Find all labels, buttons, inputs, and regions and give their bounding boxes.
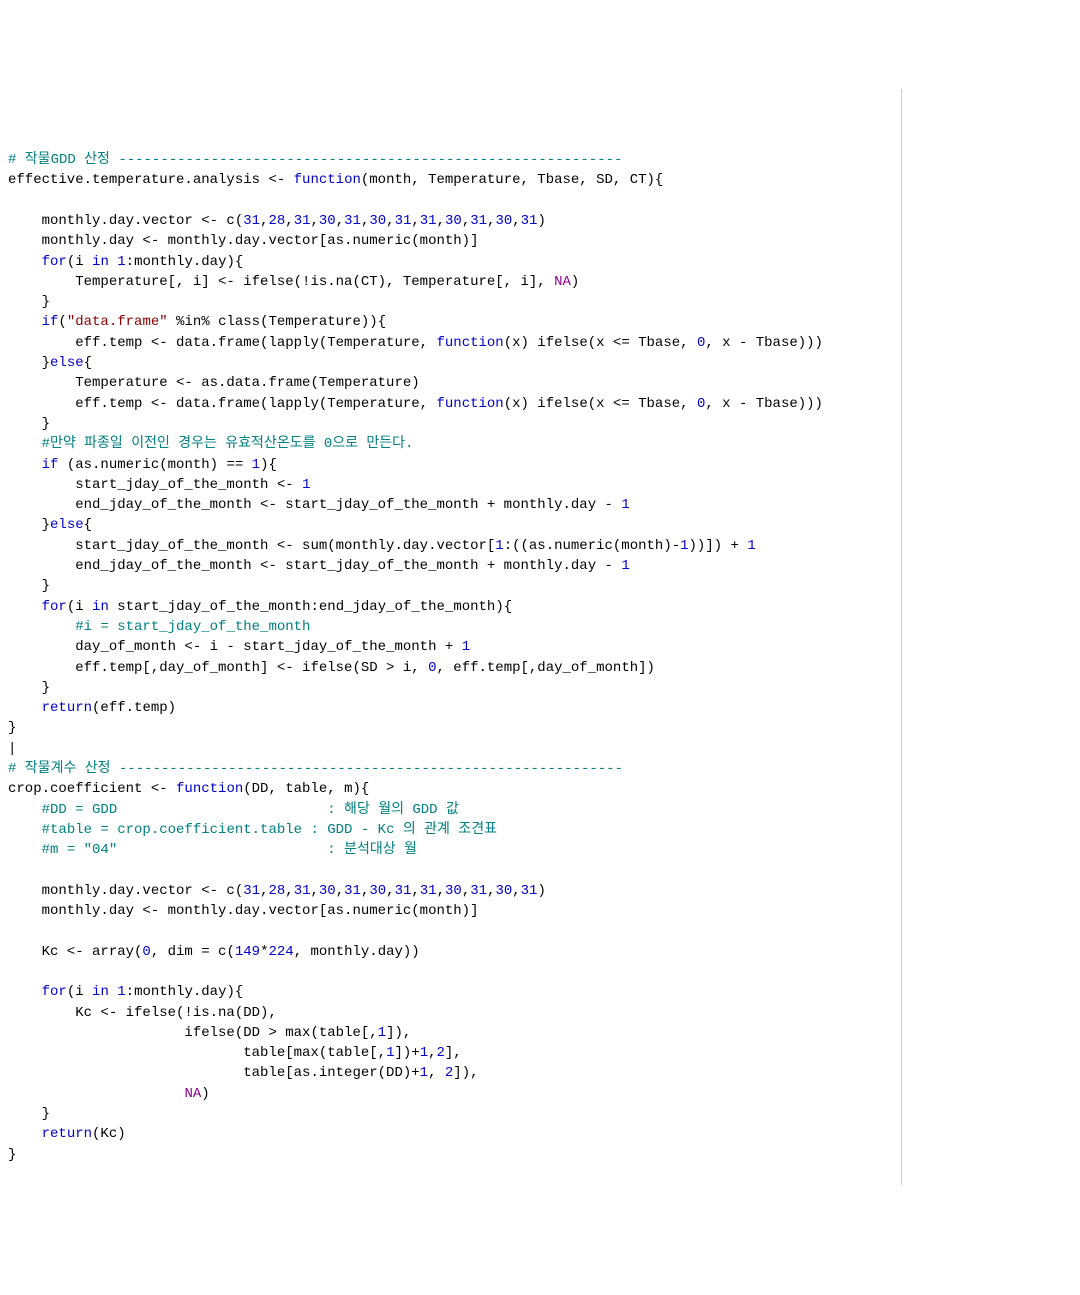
code-editor: # 작물GDD 산정 -----------------------------… (8, 89, 1072, 1185)
code-content: # 작물GDD 산정 -----------------------------… (8, 150, 1072, 1165)
margin-divider (901, 89, 902, 1185)
